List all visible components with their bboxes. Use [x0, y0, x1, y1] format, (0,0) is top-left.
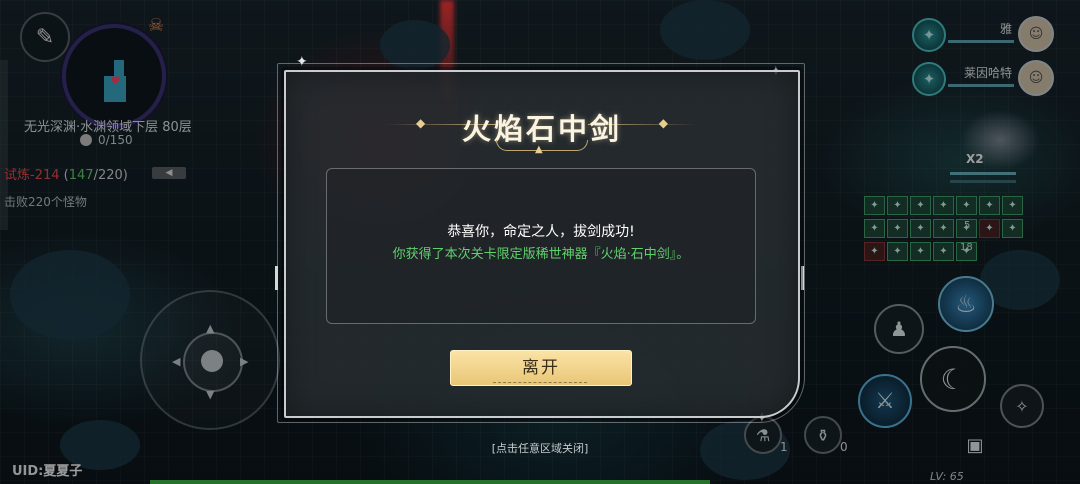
- reward-dialog: ◆ ◆ 火焰石中剑 ▲ 恭喜你，命定之人，拔剑成功! 你获得了本次关卡限定版稀世…: [284, 70, 800, 418]
- reward-message: 你获得了本次关卡限定版稀世神器『火焰·石中剑』。: [392, 247, 690, 262]
- button-underline: [493, 382, 587, 383]
- ornament-tip-icon: ▲: [535, 144, 543, 155]
- dismiss-hint: [点击任意区域关闭]: [491, 442, 589, 455]
- leave-button[interactable]: 离开: [450, 350, 632, 386]
- congrats-message: 恭喜你，命定之人，拔剑成功!: [447, 224, 635, 240]
- star-decoration-icon: ✦: [296, 54, 308, 70]
- frame-tick: [801, 266, 804, 290]
- frame-tick: [275, 266, 278, 290]
- message-box: 恭喜你，命定之人，拔剑成功! 你获得了本次关卡限定版稀世神器『火焰·石中剑』。: [326, 168, 756, 324]
